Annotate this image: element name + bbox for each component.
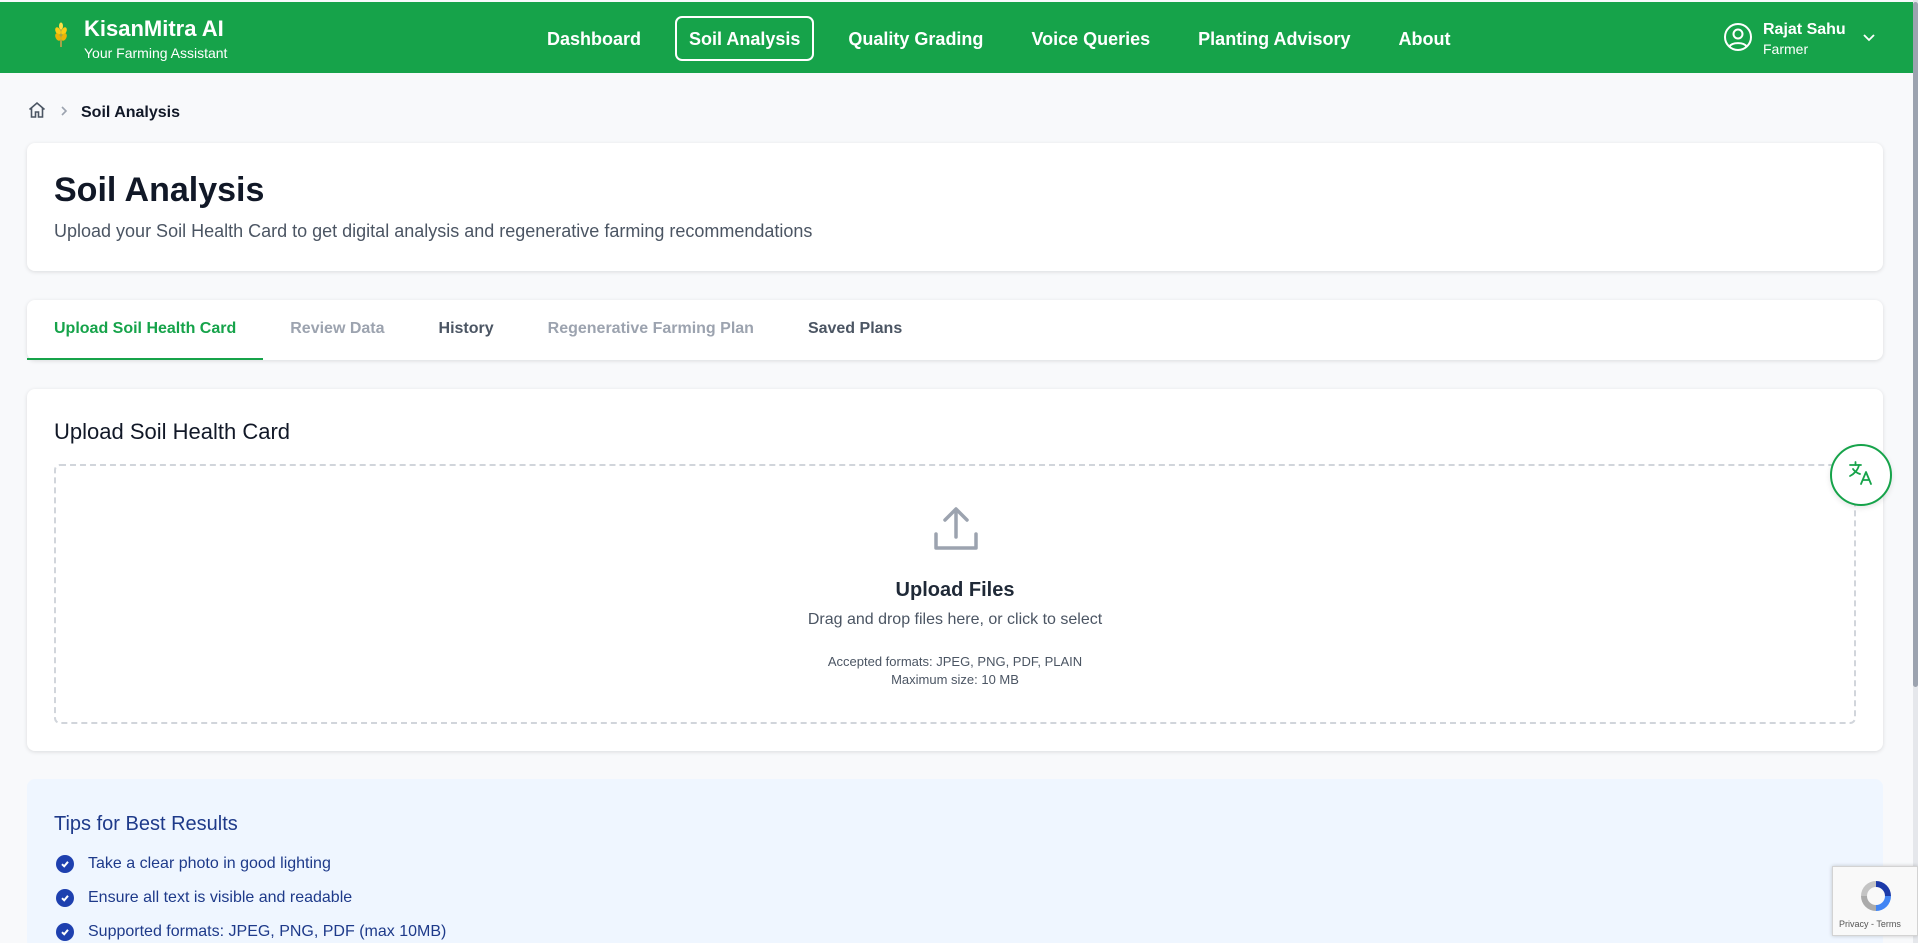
- upload-icon: [931, 504, 981, 559]
- tab-regenerative-farming-plan[interactable]: Regenerative Farming Plan: [521, 300, 781, 360]
- tip-text: Supported formats: JPEG, PNG, PDF (max 1…: [88, 923, 447, 940]
- upload-heading: Upload Soil Health Card: [54, 419, 291, 444]
- home-icon[interactable]: [27, 100, 47, 125]
- user-menu[interactable]: Rajat Sahu Farmer: [1723, 20, 1876, 58]
- file-dropzone[interactable]: Upload Files Drag and drop files here, o…: [54, 464, 1856, 724]
- brand[interactable]: KisanMitra AI Your Farming Assistant: [50, 16, 227, 62]
- tab-review-data[interactable]: Review Data: [263, 300, 411, 360]
- upload-card: Upload Soil Health Card Upload Files Dra…: [27, 389, 1883, 751]
- translate-button[interactable]: [1830, 444, 1892, 506]
- list-item: Supported formats: JPEG, PNG, PDF (max 1…: [56, 915, 446, 943]
- nav-voice-queries[interactable]: Voice Queries: [1017, 16, 1164, 61]
- page-header-card: Soil Analysis Upload your Soil Health Ca…: [27, 143, 1883, 271]
- tab-upload-soil-health-card[interactable]: Upload Soil Health Card: [27, 300, 264, 360]
- tips-card: Tips for Best Results Take a clear photo…: [27, 779, 1883, 943]
- chevron-right-icon: [59, 104, 69, 122]
- app-name: KisanMitra AI: [84, 16, 224, 41]
- upload-title: Upload Files: [895, 579, 1015, 601]
- check-circle-icon: [56, 889, 74, 907]
- user-name: Rajat Sahu: [1763, 21, 1846, 38]
- main-nav: Dashboard Soil Analysis Quality Grading …: [533, 16, 1485, 61]
- accepted-formats: Accepted formats: JPEG, PNG, PDF, PLAIN: [827, 654, 1083, 669]
- nav-quality-grading[interactable]: Quality Grading: [834, 16, 997, 61]
- user-circle-icon: [1723, 22, 1753, 57]
- scrollbar-thumb[interactable]: [1913, 2, 1918, 687]
- recaptcha-badge[interactable]: Privacy - Terms: [1832, 866, 1918, 936]
- nav-dashboard[interactable]: Dashboard: [533, 16, 655, 61]
- nav-about[interactable]: About: [1385, 16, 1465, 61]
- tips-heading: Tips for Best Results: [54, 813, 238, 835]
- list-item: Ensure all text is visible and readable: [56, 881, 446, 915]
- tip-text: Ensure all text is visible and readable: [88, 889, 353, 906]
- tips-list: Take a clear photo in good lighting Ensu…: [56, 847, 446, 943]
- page-scrollbar[interactable]: [1913, 0, 1918, 943]
- page-subtitle: Upload your Soil Health Card to get digi…: [54, 221, 813, 241]
- tab-saved-plans[interactable]: Saved Plans: [781, 300, 929, 360]
- check-circle-icon: [56, 923, 74, 941]
- page-title: Soil Analysis: [54, 171, 265, 209]
- upload-instructions: Drag and drop files here, or click to se…: [807, 611, 1103, 628]
- nav-planting-advisory[interactable]: Planting Advisory: [1184, 16, 1364, 61]
- recaptcha-links[interactable]: Privacy - Terms: [1839, 919, 1901, 929]
- recaptcha-icon: [1857, 877, 1895, 920]
- user-role: Farmer: [1763, 41, 1809, 57]
- tab-history[interactable]: History: [412, 300, 521, 360]
- breadcrumb: Soil Analysis: [27, 100, 180, 125]
- max-size: Maximum size: 10 MB: [891, 672, 1019, 687]
- translate-icon: [1847, 459, 1875, 492]
- check-circle-icon: [56, 855, 74, 873]
- tip-text: Take a clear photo in good lighting: [88, 855, 331, 872]
- tabs-bar: Upload Soil Health Card Review Data Hist…: [27, 300, 1883, 360]
- chevron-down-icon: [1862, 30, 1876, 49]
- nav-soil-analysis[interactable]: Soil Analysis: [675, 16, 815, 61]
- top-navbar: KisanMitra AI Your Farming Assistant Das…: [0, 2, 1913, 73]
- list-item: Take a clear photo in good lighting: [56, 847, 446, 881]
- wheat-logo-icon: [50, 22, 72, 48]
- breadcrumb-current: Soil Analysis: [81, 103, 180, 121]
- app-tagline: Your Farming Assistant: [84, 45, 228, 61]
